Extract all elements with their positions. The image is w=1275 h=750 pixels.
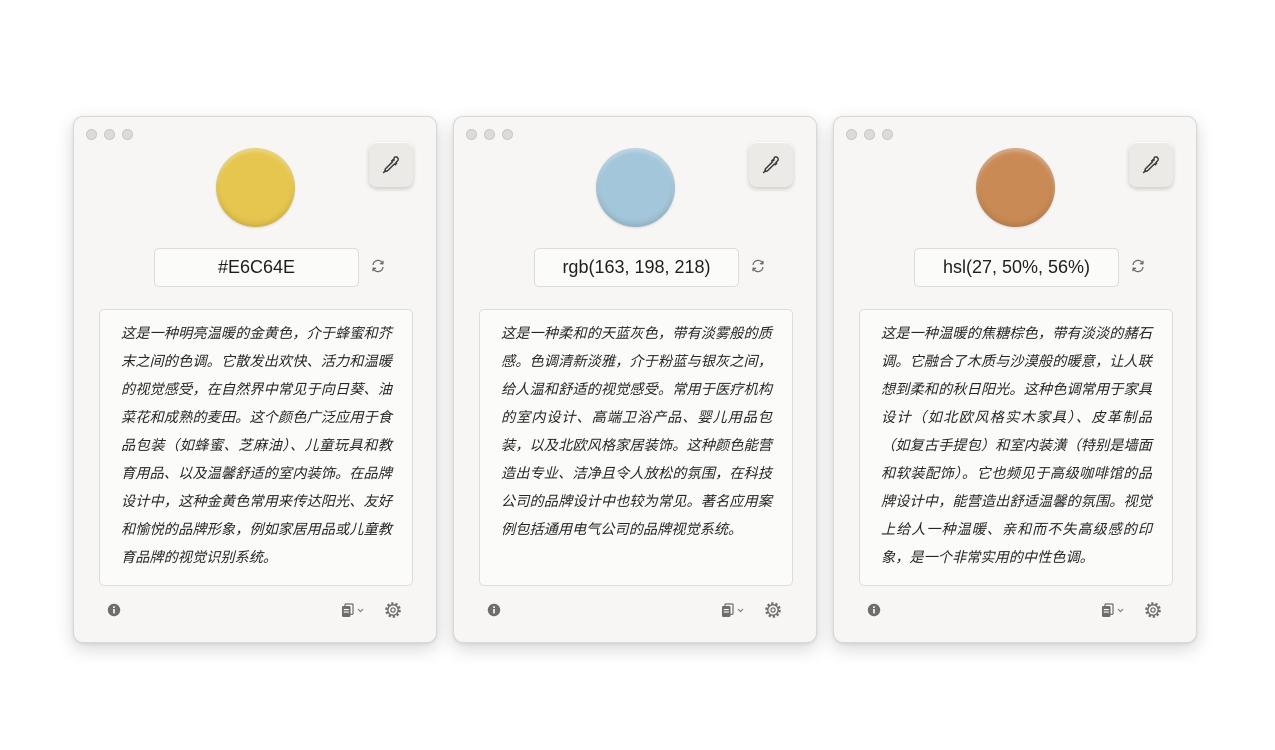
color-window-2: rgb(163, 198, 218) 这是一种柔和的天蓝灰色，带有淡雾般的质感。… [453, 116, 817, 643]
refresh-icon[interactable] [1130, 258, 1146, 274]
color-window-1: #E6C64E 这是一种明亮温暖的金黄色，介于蜂蜜和芥末之间的色调。它散发出欢快… [73, 116, 437, 643]
refresh-icon[interactable] [370, 258, 386, 274]
color-window-3: hsl(27, 50%, 56%) 这是一种温暖的焦糖棕色，带有淡淡的赭石调。它… [833, 116, 1197, 643]
color-value-field[interactable]: hsl(27, 50%, 56%) [914, 248, 1119, 287]
description-panel: 这是一种温暖的焦糖棕色，带有淡淡的赭石调。它融合了木质与沙漠般的暖意，让人联想到… [859, 309, 1173, 586]
minimize-button[interactable] [104, 129, 115, 140]
close-button[interactable] [466, 129, 477, 140]
copy-format-menu[interactable] [341, 602, 367, 618]
color-value-field[interactable]: rgb(163, 198, 218) [534, 248, 739, 287]
chevron-down-icon [737, 608, 744, 612]
info-icon[interactable] [107, 603, 121, 617]
eyedropper-button[interactable] [749, 142, 793, 187]
color-swatch [596, 148, 675, 227]
copy-format-menu[interactable] [1101, 602, 1127, 618]
gear-icon[interactable] [764, 601, 782, 619]
info-icon[interactable] [867, 603, 881, 617]
gear-icon[interactable] [1144, 601, 1162, 619]
eyedropper-icon [1142, 155, 1159, 173]
color-swatch [976, 148, 1055, 227]
zoom-button[interactable] [502, 129, 513, 140]
close-button[interactable] [846, 129, 857, 140]
description-panel: 这是一种柔和的天蓝灰色，带有淡雾般的质感。色调清新淡雅，介于粉蓝与银灰之间，给人… [479, 309, 793, 586]
color-description: 这是一种明亮温暖的金黄色，介于蜂蜜和芥末之间的色调。它散发出欢快、活力和温暖的视… [121, 326, 392, 566]
chevron-down-icon [1117, 608, 1124, 612]
copy-icon [722, 602, 734, 617]
minimize-button[interactable] [484, 129, 495, 140]
zoom-button[interactable] [882, 129, 893, 140]
zoom-button[interactable] [122, 129, 133, 140]
refresh-icon[interactable] [750, 258, 766, 274]
window-controls [466, 129, 513, 140]
window-controls [846, 129, 893, 140]
description-panel: 这是一种明亮温暖的金黄色，介于蜂蜜和芥末之间的色调。它散发出欢快、活力和温暖的视… [99, 309, 413, 586]
color-swatch [216, 148, 295, 227]
copy-format-menu[interactable] [721, 602, 747, 618]
window-controls [86, 129, 133, 140]
eyedropper-button[interactable] [1129, 142, 1173, 187]
color-description: 这是一种温暖的焦糖棕色，带有淡淡的赭石调。它融合了木质与沙漠般的暖意，让人联想到… [881, 326, 1152, 566]
chevron-down-icon [357, 608, 364, 612]
eyedropper-icon [762, 155, 779, 173]
copy-icon [342, 602, 354, 617]
eyedropper-button[interactable] [369, 142, 413, 187]
info-icon[interactable] [487, 603, 501, 617]
color-description: 这是一种柔和的天蓝灰色，带有淡雾般的质感。色调清新淡雅，介于粉蓝与银灰之间，给人… [501, 326, 772, 538]
gear-icon[interactable] [384, 601, 402, 619]
close-button[interactable] [86, 129, 97, 140]
copy-icon [1102, 602, 1114, 617]
color-value-field[interactable]: #E6C64E [154, 248, 359, 287]
minimize-button[interactable] [864, 129, 875, 140]
eyedropper-icon [382, 155, 399, 173]
